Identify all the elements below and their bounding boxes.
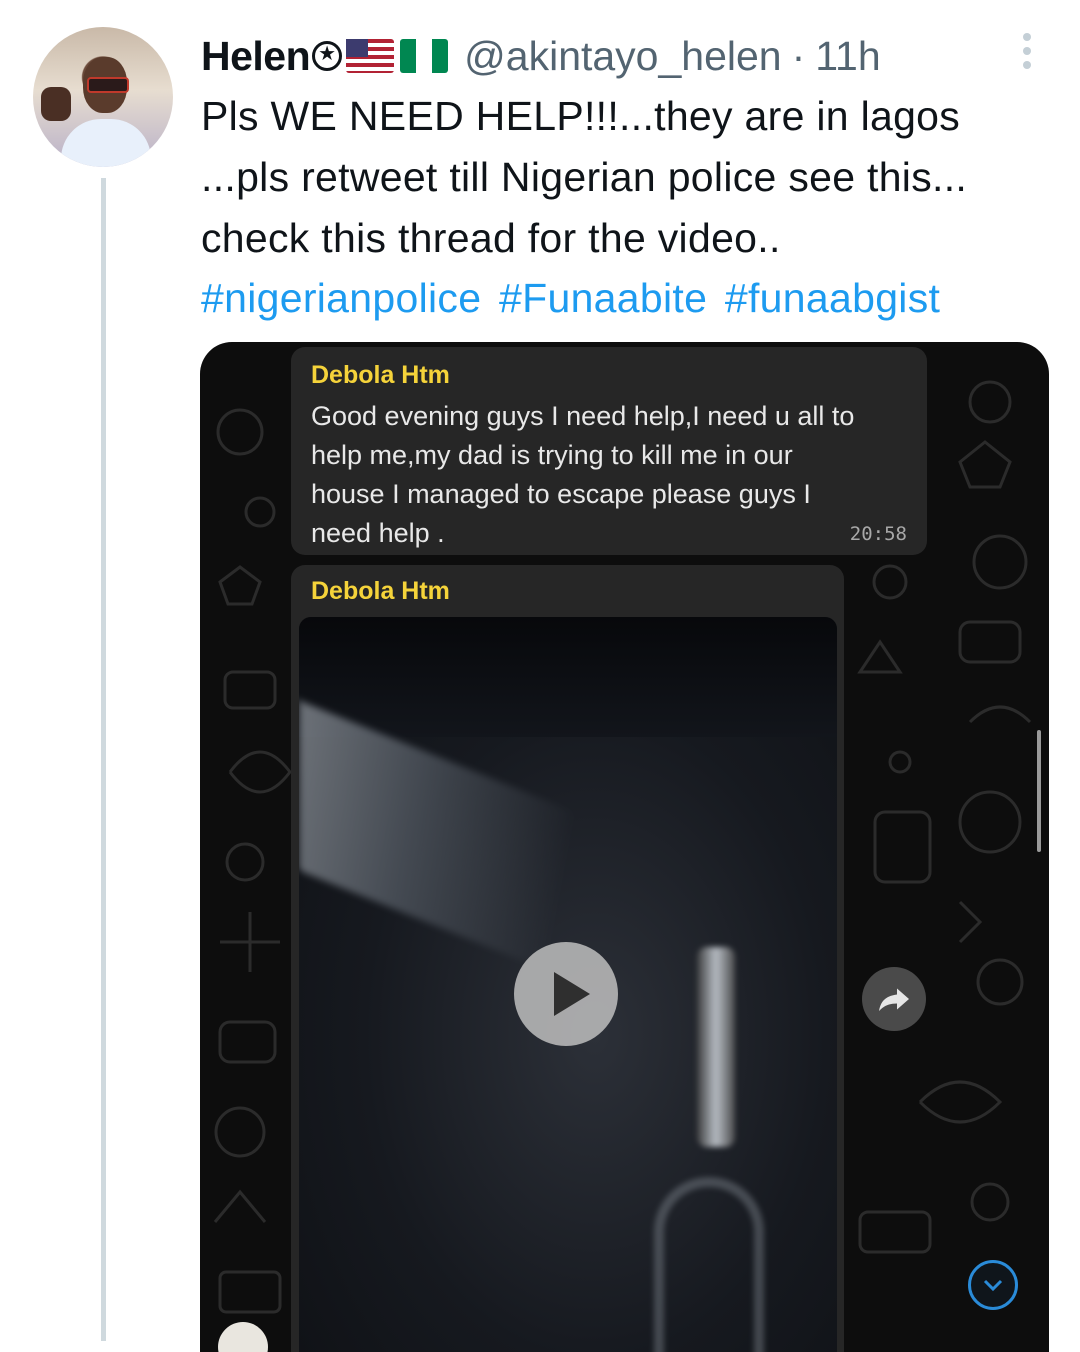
tweet-text-line: Pls WE NEED HELP!!!...they are in lagos [201, 93, 961, 139]
tweet-header: Helen @akintayo_helen · 11h [201, 28, 881, 84]
sender-name: Debola Htm [311, 577, 450, 605]
profile-avatar[interactable] [33, 27, 173, 167]
us-flag-icon [346, 39, 395, 73]
tweet-media-image[interactable]: Debola Htm Good evening guys I need help… [200, 342, 1049, 1352]
avatar-glasses [87, 77, 129, 93]
message-line: need help . [311, 518, 445, 548]
tweet-text: Pls WE NEED HELP!!!...they are in lagos … [201, 86, 1071, 269]
tweet-text-line: check this thread for the video.. [201, 215, 781, 261]
avatar-fist [41, 87, 71, 121]
avatar-shirt [61, 119, 151, 167]
video-blur-streak [654, 1177, 764, 1352]
thread-connector-line [101, 178, 106, 1341]
chat-video-bubble: Debola Htm [291, 565, 844, 1352]
hashtag-link[interactable]: #funaabgist [725, 275, 940, 321]
tweet-text-line: ...pls retweet till Nigerian police see … [201, 154, 968, 200]
star-badge-icon [312, 41, 343, 71]
nigeria-flag-icon [400, 39, 449, 73]
scroll-down-icon [968, 1260, 1018, 1310]
scrollbar [1037, 730, 1041, 852]
video-blur-streak [697, 947, 735, 1147]
chat-message-bubble: Debola Htm Good evening guys I need help… [291, 347, 927, 555]
message-line: house I managed to escape please guys I [311, 479, 811, 509]
tweet-time[interactable]: 11h [815, 33, 880, 80]
hashtag-link[interactable]: #Funaabite [499, 275, 707, 321]
author-handle[interactable]: @akintayo_helen [464, 33, 781, 80]
sender-name: Debola Htm [311, 361, 450, 389]
hashtag-link[interactable]: #nigerianpolice [201, 275, 481, 321]
message-timestamp: 20:58 [849, 523, 907, 545]
video-thumbnail [299, 617, 837, 1352]
meta-separator: · [791, 32, 806, 79]
hashtag-list: #nigerianpolice #Funaabite #funaabgist [201, 268, 946, 329]
more-options-icon[interactable] [1018, 33, 1036, 69]
forward-icon [862, 967, 926, 1031]
author-name[interactable]: Helen [201, 33, 311, 80]
message-line: Good evening guys I need help,I need u a… [311, 401, 855, 431]
message-line: help me,my dad is trying to kill me in o… [311, 440, 793, 470]
play-icon [514, 942, 618, 1046]
video-shade [299, 617, 837, 737]
video-blur-streak [299, 700, 579, 984]
message-text: Good evening guys I need help,I need u a… [311, 397, 911, 553]
